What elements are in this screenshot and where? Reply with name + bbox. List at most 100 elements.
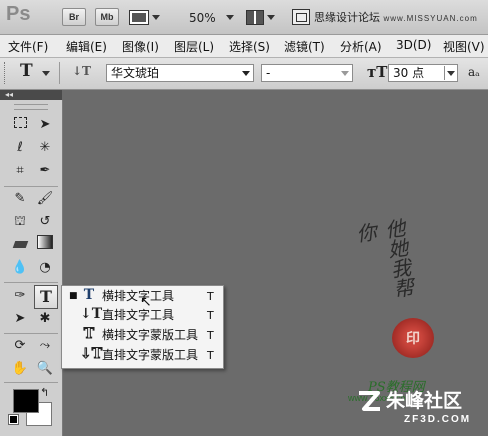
eyedropper-tool-icon[interactable]: ✒ <box>34 161 56 181</box>
flyout-item-label: 横排文字蒙版工具 <box>102 328 199 342</box>
film-icon <box>129 10 149 25</box>
options-bar: T ↓T 华文琥珀 - ᴛT 30 点 aₐ <box>0 58 488 90</box>
horizontal-type-mask-icon: T <box>83 326 95 343</box>
zoom-dropdown-icon[interactable] <box>226 15 234 20</box>
horizontal-type-icon: T <box>83 287 95 303</box>
screen-mode-icon[interactable] <box>292 9 310 25</box>
flyout-item-horizontal-type-mask[interactable]: T 横排文字蒙版工具 T <box>62 326 223 345</box>
menu-select[interactable]: 选择(S) <box>229 38 270 55</box>
panel-grip[interactable] <box>14 104 48 110</box>
move-tool-icon[interactable]: ➤ <box>34 115 56 135</box>
flyout-item-label: 横排文字工具 <box>102 289 175 303</box>
bridge-button[interactable]: Br <box>62 8 86 26</box>
chevron-down-icon <box>242 71 250 76</box>
flyout-item-label: 直排文字蒙版工具 <box>102 348 199 362</box>
3d-orbit-tool-icon[interactable]: ⤳ <box>34 336 56 356</box>
default-colors-icon[interactable] <box>8 414 19 425</box>
vertical-type-mask-icon: ↓T <box>80 346 103 363</box>
menu-analysis[interactable]: 分析(A) <box>340 38 382 55</box>
zf3d-logo-icon <box>356 388 382 414</box>
marquee-tool-icon[interactable] <box>9 115 31 135</box>
menu-layer[interactable]: 图层(L) <box>174 38 214 55</box>
red-seal-stamp: 印 <box>392 318 434 358</box>
magic-wand-tool-icon[interactable]: ✳ <box>34 138 56 158</box>
anti-alias-icon[interactable]: aₐ <box>468 65 480 79</box>
lasso-tool-icon[interactable]: ℓ <box>9 138 31 158</box>
clone-stamp-tool-icon[interactable]: ⛫ <box>9 212 31 232</box>
application-bar: Ps Br Mb 50% 思缘设计论坛 www.MISSYUAN.com <box>0 0 488 35</box>
font-size-dropdown[interactable] <box>444 66 457 80</box>
menu-file[interactable]: 文件(F) <box>8 38 48 55</box>
shortcut-key: T <box>207 349 214 362</box>
shortcut-key: T <box>207 329 214 342</box>
history-brush-tool-icon[interactable]: ↺ <box>34 212 56 232</box>
options-grip[interactable] <box>4 62 8 84</box>
site-watermark-url: www.MISSYUAN.com <box>383 14 478 23</box>
calligraphy-artwork: 他她我帮你 <box>352 217 440 314</box>
type-tool-icon[interactable]: T <box>34 285 58 309</box>
view-extras-button[interactable] <box>129 8 161 26</box>
chevron-down-icon <box>267 15 275 20</box>
flyout-item-label: 直排文字工具 <box>102 308 175 322</box>
site-watermark: 思缘设计论坛 www.MISSYUAN.com <box>314 9 478 25</box>
footer-watermark: 朱峰社区 ZF3D.COM <box>342 380 488 436</box>
custom-shape-tool-icon[interactable]: ✱ <box>34 309 56 329</box>
divider <box>59 62 60 84</box>
divider <box>4 333 58 334</box>
menu-filter[interactable]: 滤镜(T) <box>284 38 325 55</box>
chevron-down-icon <box>152 15 160 20</box>
menu-view[interactable]: 视图(V) <box>443 38 485 55</box>
footer-watermark-name: 朱峰社区 <box>386 390 463 412</box>
gradient-tool-icon[interactable] <box>34 235 56 255</box>
collapse-icon[interactable]: ◂◂ <box>5 90 13 100</box>
toggle-orientation-icon[interactable]: ↓T <box>72 64 91 78</box>
divider <box>4 186 58 187</box>
type-tool-flyout: ■ T 横排文字工具 T ↓T 直排文字工具 T T 横排文字蒙版工具 T ↓T… <box>61 285 224 369</box>
flyout-item-vertical-type-mask[interactable]: ↓T 直排文字蒙版工具 T <box>62 346 223 365</box>
menu-image[interactable]: 图像(I) <box>122 38 159 55</box>
crop-tool-icon[interactable]: ⌗ <box>9 161 31 181</box>
3d-rotate-tool-icon[interactable]: ⟳ <box>9 336 31 356</box>
vertical-type-icon: ↓T <box>80 306 103 322</box>
type-tool-preset-icon[interactable]: T <box>20 61 33 81</box>
zoom-tool-icon[interactable]: 🔍 <box>34 359 56 379</box>
footer-watermark-url: ZF3D.COM <box>404 414 472 425</box>
tools-panel-header[interactable]: ◂◂ <box>0 90 62 100</box>
hand-tool-icon[interactable]: ✋ <box>9 359 31 379</box>
tool-preset-dropdown-icon[interactable] <box>42 71 50 76</box>
font-size-icon: ᴛT <box>367 63 388 81</box>
divider <box>4 382 58 383</box>
healing-brush-tool-icon[interactable]: ✎ <box>9 189 31 209</box>
eraser-tool-icon[interactable] <box>9 235 31 255</box>
font-family-select[interactable]: 华文琥珀 <box>106 64 254 82</box>
seal-text: 印 <box>406 331 420 347</box>
menu-3d[interactable]: 3D(D) <box>396 38 431 52</box>
chevron-down-icon <box>341 71 349 76</box>
photoshop-logo: Ps <box>6 3 31 25</box>
swap-colors-icon[interactable]: ↰ <box>40 386 49 399</box>
menu-bar: 文件(F) 编辑(E) 图像(I) 图层(L) 选择(S) 滤镜(T) 分析(A… <box>0 35 488 58</box>
font-style-value: - <box>266 66 271 80</box>
pen-tool-icon[interactable]: ✑ <box>9 286 31 306</box>
mini-bridge-button[interactable]: Mb <box>95 8 119 26</box>
active-bullet-icon: ■ <box>69 291 78 301</box>
font-family-value: 华文琥珀 <box>111 66 160 80</box>
layout-icon <box>246 10 264 25</box>
dodge-tool-icon[interactable]: ◔ <box>34 258 56 278</box>
chevron-down-icon <box>447 71 455 76</box>
foreground-color-swatch[interactable] <box>13 389 39 413</box>
zoom-level[interactable]: 50% <box>189 11 216 25</box>
calligraphy-text: 他她我帮你 <box>351 217 416 300</box>
blur-tool-icon[interactable]: 💧 <box>9 258 31 278</box>
site-watermark-cn: 思缘设计论坛 <box>314 11 380 24</box>
font-size-value: 30 点 <box>393 66 425 80</box>
shortcut-key: T <box>207 309 214 322</box>
brush-tool-icon[interactable]: 🖌 <box>34 189 56 209</box>
menu-edit[interactable]: 编辑(E) <box>66 38 107 55</box>
font-style-select[interactable]: - <box>261 64 353 82</box>
path-selection-tool-icon[interactable]: ➤ <box>9 309 31 329</box>
arrange-documents-button[interactable] <box>246 8 276 26</box>
mouse-cursor-icon: ↖ <box>140 294 152 310</box>
divider <box>4 282 58 283</box>
tools-panel: ➤ ℓ ✳ ⌗ ✒ ✎ 🖌 ⛫ ↺ 💧 ◔ ✑ T ➤ ✱ ⟳ ⤳ ✋ 🔍 ↰ <box>0 100 63 436</box>
